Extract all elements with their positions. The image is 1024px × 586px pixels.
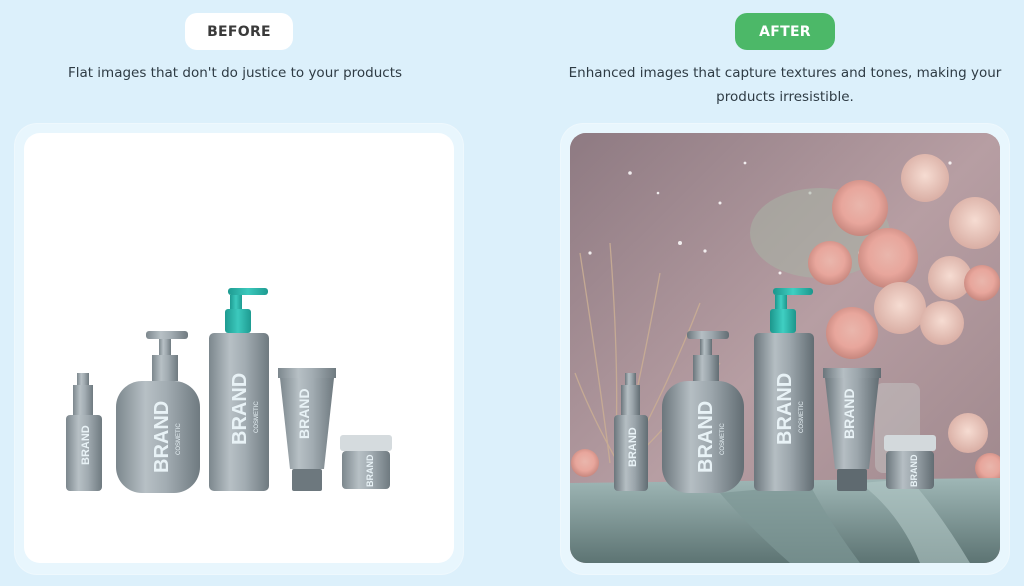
after-product-illustration: BRAND BRAND COSMETIC BRAND COSMETIC BRAN… <box>570 133 1000 563</box>
svg-text:COSMETIC: COSMETIC <box>254 401 260 433</box>
after-caption: Enhanced images that capture textures an… <box>555 61 1015 109</box>
svg-text:BRAND: BRAND <box>296 388 312 439</box>
svg-text:BRAND: BRAND <box>909 454 919 487</box>
after-caption-line-1: Enhanced images that capture textures an… <box>568 65 1002 81</box>
svg-text:COSMETIC: COSMETIC <box>176 423 182 455</box>
before-image-frame: BRAND BRAND COSMETIC BRAND COSMETIC BRAN… <box>15 124 463 574</box>
after-caption-line-2: products irresistible. <box>716 89 854 105</box>
after-image: BRAND BRAND COSMETIC BRAND COSMETIC BRAN… <box>570 133 1000 563</box>
round-pump-bottle: BRAND COSMETIC <box>116 331 200 493</box>
svg-text:BRAND: BRAND <box>229 373 251 445</box>
after-image-frame: BRAND BRAND COSMETIC BRAND COSMETIC BRAN… <box>561 124 1009 574</box>
cream-jar: BRAND <box>884 435 936 489</box>
before-product-illustration: BRAND BRAND COSMETIC BRAND COSMETIC BRAN… <box>66 288 392 493</box>
svg-text:BRAND: BRAND <box>627 427 639 467</box>
svg-text:COSMETIC: COSMETIC <box>799 401 805 433</box>
before-image: BRAND BRAND COSMETIC BRAND COSMETIC BRAN… <box>24 133 454 563</box>
before-badge: BEFORE <box>185 13 293 50</box>
dropper-bottle: BRAND <box>66 373 102 491</box>
svg-text:BRAND: BRAND <box>80 425 92 465</box>
svg-text:BRAND: BRAND <box>695 401 717 473</box>
cream-jar: BRAND <box>340 435 392 489</box>
svg-text:BRAND: BRAND <box>841 388 857 439</box>
cream-tube: BRAND <box>278 368 336 491</box>
svg-text:BRAND: BRAND <box>774 373 796 445</box>
before-caption: Flat images that don't do justice to you… <box>67 65 403 81</box>
svg-text:COSMETIC: COSMETIC <box>720 423 726 455</box>
svg-text:BRAND: BRAND <box>151 401 173 473</box>
svg-text:BRAND: BRAND <box>365 454 375 487</box>
tall-pump-bottle: BRAND COSMETIC <box>209 288 269 491</box>
after-badge: AFTER <box>735 13 835 50</box>
